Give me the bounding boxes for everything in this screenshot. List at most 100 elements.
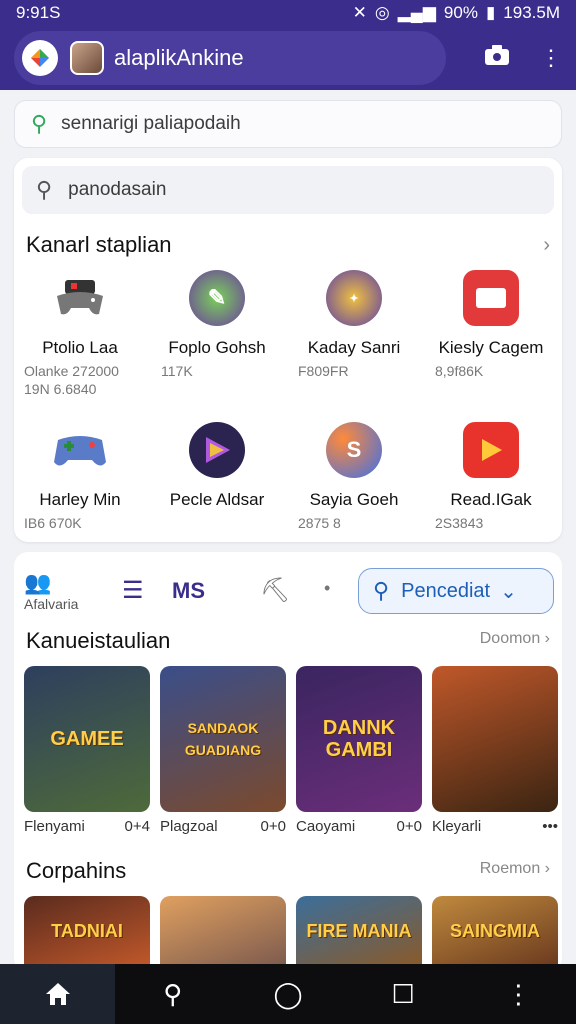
search-icon: ⚲ [36,177,53,202]
section-title: Kanarl staplian [26,232,172,257]
pickaxe-icon[interactable]: ⛏ [260,576,290,605]
game-artwork [160,896,286,966]
app-meta: F809FR [298,363,349,379]
game-artwork: DANNK GAMBI [296,666,422,812]
tab-ms[interactable]: MS [172,578,205,604]
red-play-icon [463,422,519,478]
game-meta: 0+4 [124,818,150,835]
home-circle-icon[interactable]: ◯ [230,964,345,1024]
app-meta: 2875 8 [298,515,341,531]
game-card[interactable]: GAMEE Flenyami 0+4 [24,666,150,835]
game-card[interactable]: DANNK GAMBI Caoyami 0+0 [296,666,422,835]
filter-label: Pencediat [401,579,491,602]
app-tile[interactable]: S Sayia Goeh 2875 8 [288,422,425,536]
home-icon[interactable] [0,964,116,1024]
more-vert-icon[interactable]: ⋮ [540,45,562,71]
network-speed: 193.5M [503,3,560,22]
search-icon: ⚲ [373,578,390,603]
app-meta: 8,9f86K [435,363,484,379]
game-card[interactable] [160,896,286,966]
search-icon[interactable]: ⚲ [115,964,230,1024]
second-section-title: Corpahins [26,858,127,883]
featured-apps-card: ⚲ panodasain Kanarl staplian › Ptolio La… [14,158,562,542]
filter-dropdown[interactable]: ⚲ Pencediat ⌄ [358,568,554,614]
games-row: GAMEE Flenyami 0+4 SANDAOK GUADIANG Plagz… [24,666,558,835]
list-icon[interactable]: ☰ [122,576,144,605]
chevron-right-icon[interactable]: › [543,234,550,257]
game-card[interactable]: TADNIAI [24,896,150,966]
second-more-label: Roemon [479,860,541,877]
winged-emblem-icon: ✦ [326,270,382,326]
battery-icon: ▮ [485,3,496,22]
play-triangle-icon [189,422,245,478]
status-icons: ✕ ◎ ▂▄▆ 90% ▮ 193.5M [353,3,560,23]
game-label: Kleyarli [432,818,482,835]
tab-bar: 👥 Afalvaria ☰ MS ⛏ • ⚲ Pencediat ⌄ [14,562,562,622]
game-artwork [432,666,558,812]
more-vert-icon[interactable]: ⋮ [461,964,576,1024]
games-card: 👥 Afalvaria ☰ MS ⛏ • ⚲ Pencediat ⌄ Kanue… [14,552,562,972]
people-icon[interactable]: 👥 [24,570,51,596]
inner-search-bar[interactable]: ⚲ panodasain [22,166,554,214]
second-more-link[interactable]: Roemon › [480,860,550,878]
app-meta: IB6 670K [24,515,82,531]
app-name: Kiesly Cagem [438,338,544,357]
status-time: 9:91S [16,3,61,22]
app-meta: 117K [161,363,193,379]
game-artwork: SAINGMIA [432,896,558,966]
game-artwork: GAMEE [24,666,150,812]
controller-icon [52,422,108,478]
game-card[interactable]: SANDAOK GUADIANG Plagzoal 0+0 [160,666,286,835]
bottom-nav: ⚲ ◯ ☐ ⋮ [0,964,576,1024]
app-tile[interactable]: ✦ Kaday Sanri F809FR [288,270,425,384]
app-tile[interactable]: Ptolio Laa Olanke 272000 19N 6.6840 [14,270,151,397]
camera-icon[interactable] [484,44,510,72]
swirl-icon: S [326,422,382,478]
search-icon: ⚲ [31,111,48,136]
game-artwork: SANDAOK GUADIANG [160,666,286,812]
app-title: alaplikAnkine [114,45,244,70]
game-card[interactable]: SAINGMIA [432,896,558,966]
green-pencil-icon: ✎ [189,270,245,326]
app-title-pill[interactable]: alaplikAnkine [14,31,446,85]
game-label: Plagzoal [160,818,218,835]
app-name: Read.IGak [450,490,532,509]
top-search-text: sennarigi paliapodaih [61,113,241,134]
game-meta: 0+0 [260,818,286,835]
game-artwork: TADNIAI [24,896,150,966]
game-card[interactable]: FIRE MANIA [296,896,422,966]
second-games-row: TADNIAI FIRE MANIA SAINGMIA [24,896,558,966]
status-bar: 9:91S ✕ ◎ ▂▄▆ 90% ▮ 193.5M [0,0,576,26]
app-meta: Olanke 272000 19N 6.6840 [24,363,119,397]
app-tile[interactable]: Pecle Aldsar [151,422,288,536]
app-tile[interactable]: Kiesly Cagem 8,9f86K [425,270,562,384]
game-label: Caoyami [296,818,356,835]
gamepad-icon [52,270,108,326]
top-search-bar[interactable]: ⚲ sennarigi paliapodaih [14,100,562,148]
app-tile[interactable]: ✎ Foplo Gohsh 117K [151,270,288,384]
inner-search-text: panodasain [68,179,167,200]
tab-people-label: Afalvaria [24,596,79,612]
app-tile[interactable]: Read.IGak 2S3843 [425,422,562,536]
avatar[interactable] [70,41,104,75]
game-artwork: FIRE MANIA [296,896,422,966]
battery-percent: 90% [443,3,478,22]
app-name: Pecle Aldsar [169,490,265,509]
app-tile[interactable]: Harley Min IB6 670K [14,422,151,536]
game-card[interactable]: Kleyarli ••• [432,666,558,835]
app-name: Kaday Sanri [307,338,401,357]
app-bar: alaplikAnkine ⋮ [0,26,576,90]
app-name: Foplo Gohsh [168,338,266,357]
games-section-title: Kanueistaulian [26,628,171,653]
alarm-icon: ◎ [374,3,390,22]
mute-icon: ✕ [352,3,367,22]
games-more-link[interactable]: Doomon › [480,630,550,648]
game-meta: 0+0 [396,818,422,835]
games-more-label: Doomon [479,630,541,647]
chevron-down-icon: ⌄ [500,580,517,603]
app-name: Harley Min [39,490,121,509]
recents-icon[interactable]: ☐ [346,964,461,1024]
dot-icon: • [324,578,331,598]
app-name: Sayia Goeh [309,490,399,509]
app-grid: Ptolio Laa Olanke 272000 19N 6.6840 ✎ Fo… [14,270,562,536]
